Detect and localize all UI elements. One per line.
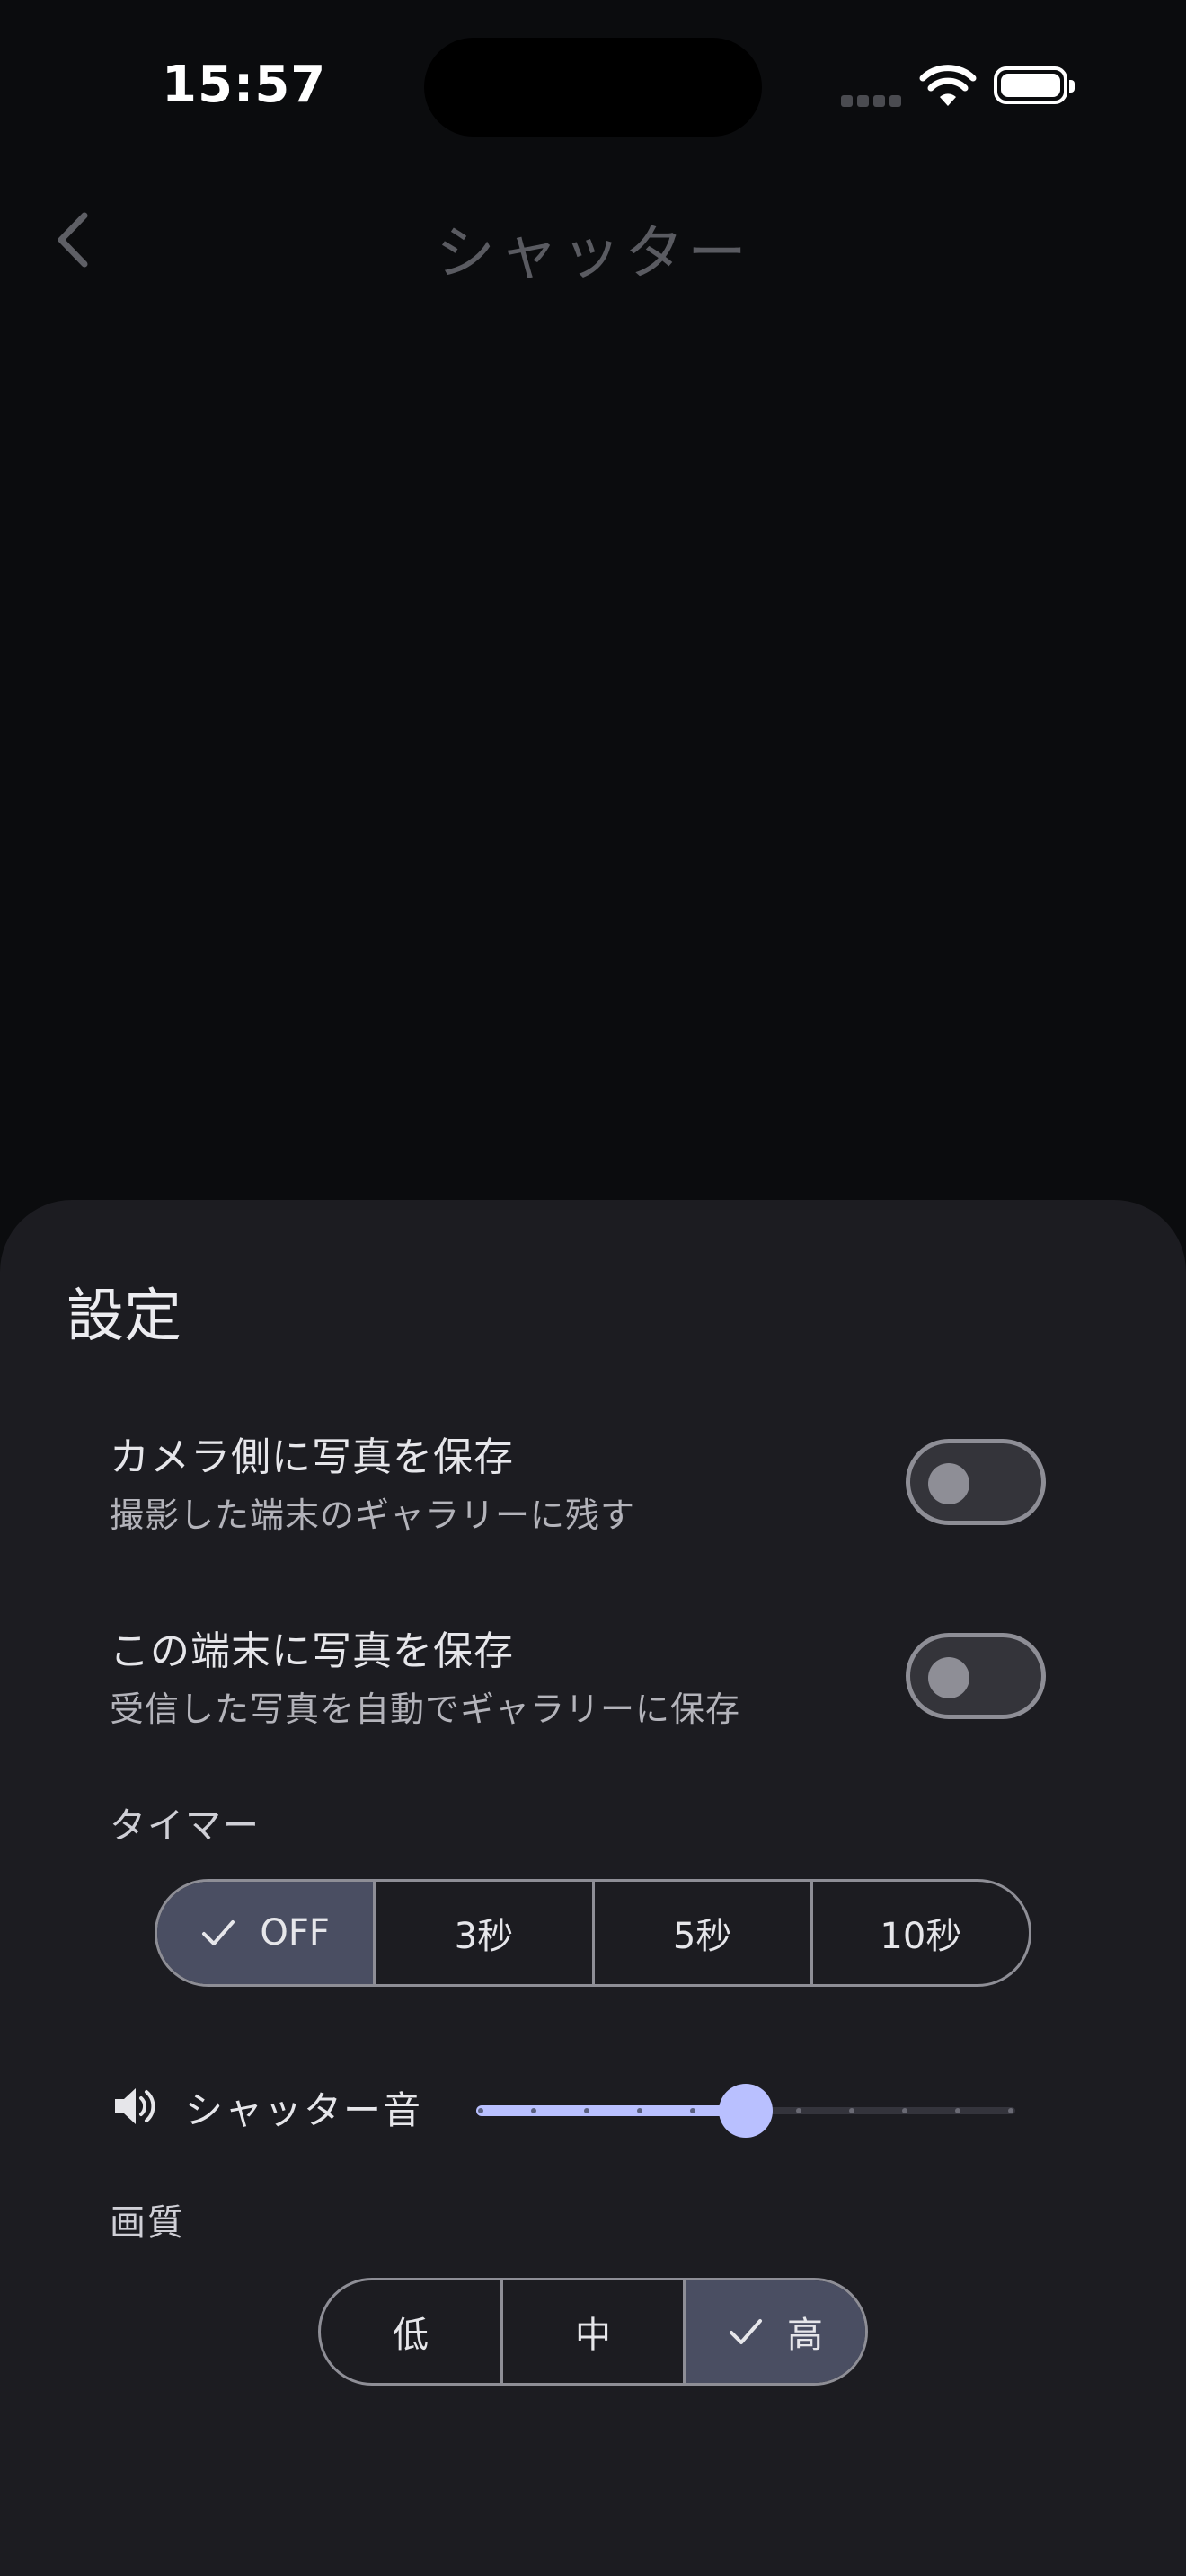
speaker-icon [115,2088,155,2124]
slider-tick [637,2108,642,2113]
quality-option-low[interactable]: 低 [321,2280,500,2383]
wifi-icon [919,65,977,106]
timer-segmented-control: OFF 3秒 5秒 10秒 [155,1879,1031,1987]
timer-option-10s[interactable]: 10秒 [810,1882,1029,1984]
camera-save-toggle[interactable] [906,1439,1046,1525]
timer-option-label: 3秒 [454,1916,514,1957]
timer-option-3s[interactable]: 3秒 [373,1882,591,1984]
sheet-title: 設定 [66,1284,181,1350]
slider-tick [690,2108,695,2113]
shutter-sound-slider[interactable] [476,2084,1015,2138]
status-bar: 15:57 [0,0,1186,180]
slider-tick [478,2108,483,2113]
device-save-title: この端末に写真を保存 [110,1628,514,1674]
shutter-sound-label: シャッター音 [185,2088,423,2132]
quality-option-label: 低 [393,2315,429,2356]
timer-option-label: OFF [260,1912,330,1954]
quality-option-high[interactable]: 高 [683,2280,865,2383]
quality-option-label: 中 [575,2315,611,2356]
timer-option-label: 10秒 [880,1916,962,1957]
slider-tick [584,2108,589,2113]
battery-full-icon [994,66,1075,104]
toggle-knob [928,1463,969,1504]
timer-option-5s[interactable]: 5秒 [591,1882,810,1984]
slider-fill [476,2105,746,2116]
dynamic-island [424,38,762,137]
quality-option-label: 高 [787,2315,823,2356]
quality-segmented-control: 低 中 高 [318,2278,868,2386]
slider-thumb [719,2084,773,2138]
page-title: シャッター [436,218,750,287]
status-time: 15:57 [162,56,327,114]
quality-label: 画質 [110,2202,185,2244]
slider-tick [796,2108,801,2113]
slider-tick [902,2108,907,2113]
quality-option-medium[interactable]: 中 [500,2280,683,2383]
device-save-subtitle: 受信した写真を自動でギャラリーに保存 [110,1689,741,1729]
signal-dots-icon [841,93,906,110]
camera-save-subtitle: 撮影した端末のギャラリーに残す [110,1495,636,1535]
timer-option-off[interactable]: OFF [157,1882,374,1984]
toggle-knob [928,1657,969,1698]
camera-save-title: カメラ側に写真を保存 [110,1434,514,1480]
timer-label: タイマー [110,1805,261,1847]
slider-tick [849,2108,854,2113]
check-icon [730,2319,762,2344]
slider-tick [955,2108,960,2113]
slider-tick [1008,2108,1013,2113]
timer-option-label: 5秒 [672,1916,732,1957]
device-save-toggle[interactable] [906,1633,1046,1719]
slider-tick [531,2108,536,2113]
check-icon [202,1920,235,1945]
